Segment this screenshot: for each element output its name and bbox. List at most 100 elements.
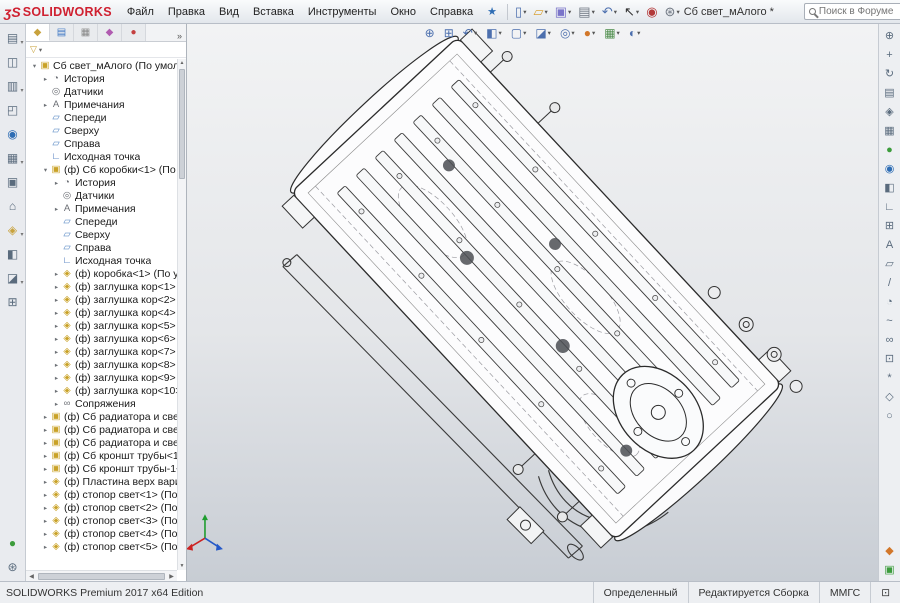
pin-icon[interactable]: ★ [482,5,502,18]
section-icon[interactable]: ◧ [881,179,899,196]
tree-hscroll-thumb[interactable] [38,573,165,580]
sketch-tools-icon[interactable]: ◪▾ [2,268,24,288]
select-icon[interactable]: ↖▾ [622,4,641,19]
explode-icon[interactable]: * [881,369,899,386]
dropdown-caret-icon[interactable]: ▾ [544,8,547,16]
expand-arrow-icon[interactable]: ▸ [41,452,50,460]
front-view-icon[interactable]: ▤ [881,84,899,101]
expand-arrow-icon[interactable]: ▸ [52,205,61,213]
mate-icon[interactable]: ∞ [881,331,899,348]
section-view-icon[interactable]: ◧▾ [484,26,504,40]
new-document-icon[interactable]: ▯▾ [513,4,528,19]
status-custom-icon[interactable]: ⊡ [870,582,900,603]
tree-item[interactable]: ▸◈(ф) заглушка кор<6> (По ум [26,332,177,345]
previous-view-icon[interactable]: ↶▾ [461,26,479,40]
wireframe-icon[interactable]: ▦ [881,122,899,139]
evaluate-icon[interactable]: ⊞ [2,292,24,312]
render-icon[interactable]: ▣ [881,561,899,578]
menu-item[interactable]: Правка [161,3,212,21]
tree-item[interactable]: ▸◈(ф) заглушка кор<2> (По ум [26,293,177,306]
tree-item[interactable]: ▸◈(ф) заглушка кор<1> (По ум [26,280,177,293]
forum-icon[interactable]: ⌂ [2,196,24,216]
dropdown-caret-icon[interactable]: ▾ [523,8,526,16]
dropdown-caret-icon[interactable]: ▾ [568,8,571,16]
expand-arrow-icon[interactable]: ▸ [52,296,61,304]
dropdown-caret-icon[interactable]: ▾ [571,29,574,37]
expand-arrow-icon[interactable]: ▸ [52,309,61,317]
tree-item[interactable]: ▱Справа [26,137,177,150]
tree-item[interactable]: ▸◈(ф) стопор свет<1> (По умолчан [26,488,177,501]
hide-show-items-icon[interactable]: ◎▾ [558,26,577,40]
tree-vertical-scrollbar[interactable]: ▲ ▼ [177,59,186,570]
design-library-icon[interactable]: ▤▾ [2,28,24,48]
tree-item[interactable]: ▸▣(ф) Сб радиатора и свет-2<1> (П [26,436,177,449]
dropdown-caret-icon[interactable]: ▾ [592,29,595,37]
tree-item[interactable]: ▸◈(ф) стопор свет<4> (По умолча [26,527,177,540]
isometric-view-icon[interactable]: ◈ [881,103,899,120]
menu-item[interactable]: Вид [212,3,246,21]
expand-arrow-icon[interactable]: ▸ [41,478,50,486]
expand-arrow-icon[interactable]: ▸ [52,283,61,291]
open-folder-icon[interactable]: ▱▾ [531,4,549,19]
assembly-tools-icon[interactable]: ◈▾ [2,220,24,240]
expand-arrow-icon[interactable]: ▸ [52,322,61,330]
tree-item[interactable]: ▸◈(ф) заглушка кор<7> (По ум [26,345,177,358]
dropdown-caret-icon[interactable]: ▾ [676,8,679,16]
tree-item[interactable]: ▸▣(ф) Сб кроншт трубы<1> (По ум [26,449,177,462]
tree-item[interactable]: ▱Сверху [26,124,177,137]
tab-displaymanager[interactable]: ● [122,24,146,41]
tree-item[interactable]: ▸◈(ф) Пластина верх вариант<1> (П [26,475,177,488]
search-icon[interactable] [809,8,816,15]
tree-item[interactable]: ▱Спереди [26,215,177,228]
menu-item[interactable]: Инструменты [301,3,384,21]
appearance-ball-icon[interactable]: ◆ [881,542,899,559]
scroll-up-icon[interactable]: ▲ [178,60,186,66]
file-explorer-icon[interactable]: ◫ [2,52,24,72]
view-orientation-icon[interactable]: ▢▾ [509,26,529,40]
dropdown-caret-icon[interactable]: ▾ [637,29,640,37]
expand-arrow-icon[interactable]: ▸ [52,179,61,187]
expand-arrow-icon[interactable]: ▸ [52,361,61,369]
annotation-icon[interactable]: A [881,236,899,253]
tab-dimxpertmanager[interactable]: ◆ [98,24,122,41]
status-editing[interactable]: Редактируется Сборка [688,582,819,603]
tree-item[interactable]: ▾▣(ф) Сб коробки<1> (По умолчан [26,163,177,176]
expand-arrow-icon[interactable]: ▸ [41,413,50,421]
tree-item[interactable]: ▸◈(ф) заглушка кор<10> (По ум [26,384,177,397]
expand-arrow-icon[interactable]: ▾ [30,62,39,70]
model-canvas[interactable] [187,24,878,581]
tree-item[interactable]: ▸◈(ф) стопор свет<2> (По умолча [26,501,177,514]
dropdown-caret-icon[interactable]: ▾ [20,231,23,238]
menu-item[interactable]: Файл [120,3,161,21]
hole-wizard-icon[interactable]: ○ [881,407,899,424]
tree-item[interactable]: ▸◈(ф) заглушка кор<4> (По ум [26,306,177,319]
tree-item[interactable]: ∟Исходная точка [26,150,177,163]
menu-item[interactable]: Вставка [246,3,301,21]
tree-item[interactable]: ▱Сверху [26,228,177,241]
rebuild-icon[interactable]: ◉ [644,4,659,19]
pan-icon[interactable]: + [881,46,899,63]
filter-caret-icon[interactable]: ▾ [39,46,42,54]
tree-item[interactable]: ▸◔История [26,176,177,189]
dropdown-caret-icon[interactable]: ▾ [523,29,526,37]
expand-arrow-icon[interactable]: ▸ [41,517,50,525]
status-units[interactable]: ММГС [819,582,870,603]
tree-item[interactable]: ▸◔История [26,72,177,85]
appearance-icon[interactable]: ◉ [881,160,899,177]
search-input[interactable] [819,6,900,17]
expand-arrow-icon[interactable]: ▸ [41,101,50,109]
settings-icon[interactable]: ⊛ [2,557,24,577]
dropdown-caret-icon[interactable]: ▾ [20,159,23,166]
dropdown-caret-icon[interactable]: ▾ [617,29,620,37]
tab-propertymanager[interactable]: ▤ [50,24,74,41]
task-pane-icon[interactable]: ▥▾ [2,76,24,96]
tree-item[interactable]: ▸◈(ф) стопор свет<5> (По умолча [26,540,177,553]
expand-arrow-icon[interactable]: ▸ [52,270,61,278]
expand-arrow-icon[interactable]: ▸ [52,348,61,356]
plane-icon[interactable]: ▱ [881,255,899,272]
mass-properties-icon[interactable]: ⊞ [881,217,899,234]
apply-scene-icon[interactable]: ▦▾ [602,26,622,40]
zoom-area-icon[interactable]: ⊞ [442,26,456,40]
dropdown-caret-icon[interactable]: ▾ [20,279,23,286]
expand-arrow-icon[interactable]: ▸ [41,426,50,434]
